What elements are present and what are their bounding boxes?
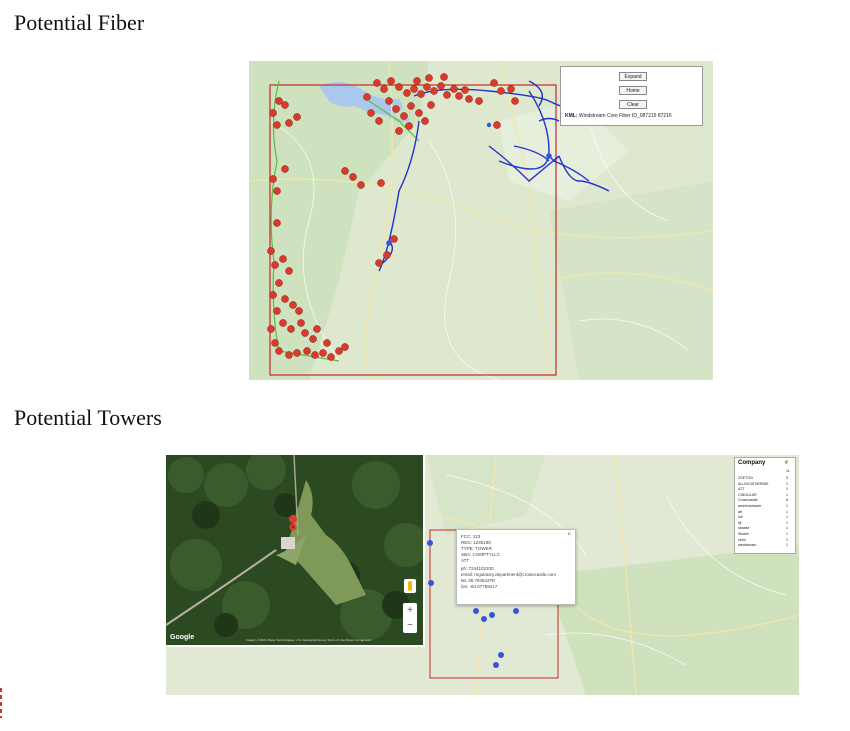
zoom-out-button[interactable]: − xyxy=(403,618,417,633)
legend-company-count: 1 xyxy=(786,532,788,536)
legend-company-name: CINGULAR xyxy=(738,492,757,497)
kml-value: Windstream Core Fiber ID_087215 87216 xyxy=(578,113,672,119)
legend-company-name: windstream xyxy=(738,543,757,548)
legend-company-name: ALLINCATHERINE xyxy=(738,481,769,486)
legend-count-header: # xyxy=(785,460,788,466)
legend-company-name: att xyxy=(738,509,742,514)
legend-company-name: lob xyxy=(738,515,743,520)
home-button[interactable]: Home xyxy=(619,86,647,95)
section-title-fiber: Potential Fiber xyxy=(14,10,145,35)
info-line: SBA: COMPTYLLC xyxy=(461,552,501,557)
legend-row[interactable]: att 1 xyxy=(738,510,792,514)
legend-company-count: 1 xyxy=(786,537,788,542)
legend-company-count: 8 xyxy=(786,498,788,503)
legend-row[interactable]: Sitoble 1 xyxy=(738,532,792,536)
expand-button[interactable]: Expand xyxy=(619,72,647,81)
edge-marker xyxy=(0,688,2,718)
tower-info-window: × FCC: 123 REG: 1245199 TYPE: TOWER SBA:… xyxy=(456,529,576,605)
legend-row[interactable]: verlo 1 xyxy=(738,538,792,542)
legend-company-name: Crowncastle xyxy=(738,498,758,503)
fiber-map[interactable]: Expand Home Clear KML: Windstream Core F… xyxy=(249,61,713,380)
legend-row[interactable]: ATT 1 xyxy=(738,487,792,491)
info-line: email: regulatory.department@crowncastle… xyxy=(461,572,557,577)
legend-row[interactable]: tiji 1 xyxy=(738,521,792,525)
legend-company-count: 1 xyxy=(786,515,788,520)
info-line: lon: -84.07799417 xyxy=(461,584,498,589)
street-view-pegman-icon[interactable] xyxy=(404,579,416,593)
legend-total-count: 11 xyxy=(786,469,790,473)
legend-company-count: 1 xyxy=(786,520,788,525)
legend-company-count: 1 xyxy=(786,504,788,508)
legend-company-count: 1 xyxy=(786,487,788,492)
legend-company-name: sbasite xyxy=(738,526,750,531)
satellite-view[interactable]: Google Imagery ©2021 Maxar Technologies,… xyxy=(166,455,425,647)
info-line: REG: 1245199 xyxy=(461,540,491,545)
legend-company-count: 1 xyxy=(786,526,788,531)
map-control-panel: Expand Home Clear KML: Windstream Core F… xyxy=(560,66,703,126)
zoom-in-button[interactable]: + xyxy=(403,603,417,618)
satellite-imagery xyxy=(166,455,423,645)
info-line: ATT xyxy=(461,558,470,563)
legend-company-name: ATT xyxy=(738,487,745,492)
legend-company-count: 1 xyxy=(786,509,788,514)
legend-row[interactable]: ALLINCATHERINE 1 xyxy=(738,482,792,486)
legend-company-count: 3 xyxy=(786,476,788,480)
legend-row[interactable]: CINGULAR 1 xyxy=(738,493,792,497)
legend-row[interactable]: sbasite 1 xyxy=(738,526,792,530)
info-line: ph: 7244102200 xyxy=(461,566,494,571)
towers-map[interactable]: Google Imagery ©2021 Maxar Technologies,… xyxy=(166,455,799,695)
google-logo: Google xyxy=(170,634,195,641)
close-icon[interactable]: × xyxy=(567,532,571,538)
kml-label: KML: Windstream Core Fiber ID_087215 872… xyxy=(565,113,672,119)
info-line: TYPE: TOWER xyxy=(461,546,492,551)
legend-row[interactable]: Crowncastle 8 xyxy=(738,498,792,502)
legend-company-name: Sitoble xyxy=(738,532,749,536)
legend-row[interactable]: americantower 1 xyxy=(738,504,792,508)
legend-row[interactable]: lob 1 xyxy=(738,515,792,519)
info-line: lat: 36.784542TE xyxy=(461,578,496,583)
kml-prefix: KML: xyxy=(565,113,578,119)
info-line: FCC: 123 xyxy=(461,534,481,539)
legend-company-name: verlo xyxy=(738,537,746,542)
legend-company-count: 1 xyxy=(786,543,788,548)
company-legend: Company # 11 2GETON 3 ALLINCATHERINE 1 ATT 1 C… xyxy=(734,457,796,554)
legend-company-name: americantower xyxy=(738,504,762,508)
legend-row[interactable]: 2GETON 3 xyxy=(738,476,792,480)
legend-company-count: 1 xyxy=(786,481,788,486)
zoom-control: + − xyxy=(403,603,417,633)
legend-company-name: 2GETON xyxy=(738,476,753,480)
clear-button[interactable]: Clear xyxy=(619,100,647,109)
section-title-towers: Potential Towers xyxy=(14,405,162,430)
legend-row[interactable]: windstream 1 xyxy=(738,543,792,547)
imagery-credit[interactable]: Imagery ©2021 Maxar Technologies, U.S. G… xyxy=(246,638,371,642)
legend-company-count: 1 xyxy=(786,492,788,497)
legend-company-name: tiji xyxy=(738,520,742,525)
legend-header: Company xyxy=(738,460,766,466)
